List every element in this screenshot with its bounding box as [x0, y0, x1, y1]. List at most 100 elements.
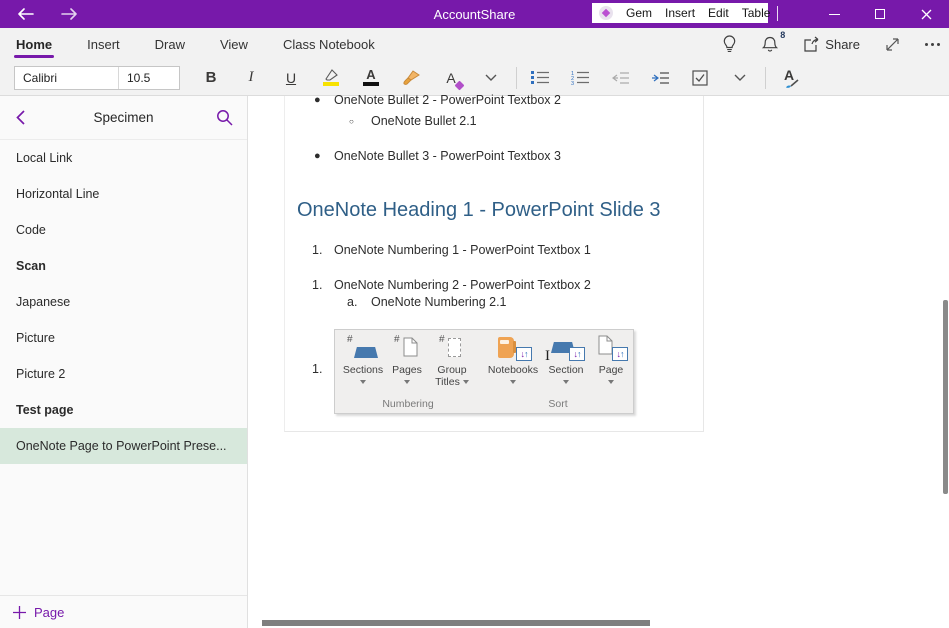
sidebar-item-japanese[interactable]: Japanese: [0, 284, 247, 320]
decrease-indent-button[interactable]: [603, 64, 637, 92]
numbered-text[interactable]: OneNote Numbering 1 - PowerPoint Textbox…: [334, 243, 591, 257]
bullet-line[interactable]: ● OneNote Bullet 3 - PowerPoint Textbox …: [285, 149, 703, 165]
highlight-button[interactable]: [314, 64, 348, 92]
gem-addin-menu: Gem Insert Edit Table: [592, 3, 768, 23]
toolbar-separator: [765, 67, 766, 89]
sidebar-back-button[interactable]: [10, 108, 30, 128]
increase-indent-button[interactable]: [643, 64, 677, 92]
numbering-group-label: Numbering: [339, 395, 477, 411]
bell-icon: [762, 36, 778, 53]
bullet-line[interactable]: ○ OneNote Bullet 2.1: [285, 114, 703, 130]
number-marker: 1.: [312, 362, 322, 376]
chevron-left-icon: [16, 110, 25, 125]
font-name-value: Calibri: [23, 71, 57, 85]
sidebar-item-scan[interactable]: Scan: [0, 248, 247, 284]
back-arrow-icon[interactable]: [14, 3, 36, 25]
sidebar-item-horizontal-line[interactable]: Horizontal Line: [0, 176, 247, 212]
minimize-button[interactable]: [811, 0, 857, 28]
page-list-sidebar: Specimen Local Link Horizontal Line Code…: [0, 96, 248, 628]
pages-label: Pages: [392, 364, 422, 376]
sidebar-item-picture-2[interactable]: Picture 2: [0, 356, 247, 392]
more-options-button[interactable]: [925, 43, 940, 46]
bullet-list-button[interactable]: [523, 64, 557, 92]
dropdown-caret-icon: [510, 380, 516, 384]
lightbulb-icon: [722, 35, 737, 53]
sidebar-item-test-page[interactable]: Test page: [0, 392, 247, 428]
sidebar-item-local-link[interactable]: Local Link: [0, 140, 247, 176]
bullet-line[interactable]: ● OneNote Bullet 2 - PowerPoint Textbox …: [285, 93, 703, 109]
share-label: Share: [825, 37, 860, 52]
embedded-ribbon-image[interactable]: # Sections # Pages: [334, 329, 634, 414]
clear-formatting-button[interactable]: A: [434, 64, 468, 92]
numbered-line[interactable]: 1. OneNote Numbering 2 - PowerPoint Text…: [285, 278, 703, 294]
minimize-icon: [829, 14, 840, 15]
heading-1[interactable]: OneNote Heading 1 - PowerPoint Slide 3: [297, 199, 661, 222]
numbered-text[interactable]: OneNote Numbering 2 - PowerPoint Textbox…: [334, 278, 591, 292]
numbered-line[interactable]: 1. OneNote Numbering 1 - PowerPoint Text…: [285, 243, 703, 259]
numbered-text[interactable]: OneNote Numbering 2.1: [371, 295, 507, 309]
page-canvas[interactable]: ● OneNote Bullet 2 - PowerPoint Textbox …: [284, 96, 704, 432]
sort-group: ↓↑ Notebooks ↓↑ Section: [485, 333, 631, 411]
tab-insert[interactable]: Insert: [87, 28, 120, 60]
italic-button[interactable]: I: [234, 64, 268, 92]
forward-arrow-icon[interactable]: [58, 3, 80, 25]
tab-view[interactable]: View: [220, 28, 248, 60]
sidebar-item-picture[interactable]: Picture: [0, 320, 247, 356]
numbered-line[interactable]: a. OneNote Numbering 2.1: [285, 295, 703, 311]
todo-tag-button[interactable]: [683, 64, 717, 92]
bullet-text[interactable]: OneNote Bullet 3 - PowerPoint Textbox 3: [334, 149, 561, 163]
gem-menu-item-edit[interactable]: Edit: [708, 6, 729, 20]
chevron-down-icon: [734, 74, 746, 81]
numbering-group: # Sections # Pages: [339, 333, 477, 411]
bullet-text[interactable]: OneNote Bullet 2.1: [371, 114, 477, 128]
numbered-list-button[interactable]: 123: [563, 64, 597, 92]
close-icon: [921, 9, 932, 20]
format-painter-icon: [402, 70, 420, 86]
gem-menu-item-table[interactable]: Table: [742, 6, 771, 20]
sections-numbering-icon: #: [347, 335, 379, 361]
add-page-button[interactable]: Page: [0, 595, 247, 628]
tab-class-notebook[interactable]: Class Notebook: [283, 28, 375, 60]
gem-icon: [599, 6, 613, 20]
bullet-marker: ●: [314, 94, 321, 106]
note-content-area[interactable]: ● OneNote Bullet 2 - PowerPoint Textbox …: [248, 96, 949, 628]
ribbon-tab-row: Home Insert Draw View Class Notebook 8 S…: [0, 28, 949, 60]
styles-button[interactable]: A: [772, 64, 806, 92]
horizontal-scrollbar-thumb[interactable]: [262, 620, 650, 626]
bold-button[interactable]: B: [194, 64, 228, 92]
bullet-text[interactable]: OneNote Bullet 2 - PowerPoint Textbox 2: [334, 93, 561, 107]
font-name-select[interactable]: Calibri: [15, 67, 119, 89]
maximize-button[interactable]: [857, 0, 903, 28]
sidebar-item-code[interactable]: Code: [0, 212, 247, 248]
format-painter-button[interactable]: [394, 64, 428, 92]
titlebar: AccountShare Gem Insert Edit Table: [0, 0, 949, 28]
decrease-indent-icon: [611, 71, 630, 85]
sidebar-item-onenote-page-to-powerpoint[interactable]: OneNote Page to PowerPoint Prese...: [0, 428, 247, 464]
font-size-select[interactable]: 10.5: [119, 67, 179, 89]
add-page-label: Page: [34, 605, 64, 620]
share-button[interactable]: Share: [803, 36, 860, 52]
sections-button: # Sections: [339, 333, 387, 384]
section-label: Section: [548, 364, 583, 376]
gem-menu-item-insert[interactable]: Insert: [665, 6, 695, 20]
tab-home[interactable]: Home: [16, 28, 52, 60]
tab-draw[interactable]: Draw: [155, 28, 185, 60]
notifications-button[interactable]: 8: [762, 36, 778, 53]
close-button[interactable]: [903, 0, 949, 28]
fullscreen-button[interactable]: [885, 37, 900, 52]
tell-me-button[interactable]: [722, 35, 737, 53]
font-options-chevron[interactable]: [474, 64, 508, 92]
group-titles-label: Group Titles: [431, 364, 473, 388]
vertical-scrollbar-thumb[interactable]: [943, 300, 948, 494]
underline-button[interactable]: U: [274, 64, 308, 92]
search-button[interactable]: [213, 107, 235, 129]
section-title: Specimen: [0, 110, 247, 125]
number-marker: 1.: [312, 278, 322, 292]
gem-menu-item-gem[interactable]: Gem: [626, 6, 652, 20]
group-titles-numbering-icon: #: [439, 335, 465, 361]
pages-button: # Pages: [387, 333, 427, 384]
font-color-button[interactable]: A: [354, 64, 388, 92]
dropdown-caret-icon: [404, 380, 410, 384]
notebooks-sort-icon: ↓↑: [496, 335, 530, 361]
tags-chevron[interactable]: [723, 64, 757, 92]
